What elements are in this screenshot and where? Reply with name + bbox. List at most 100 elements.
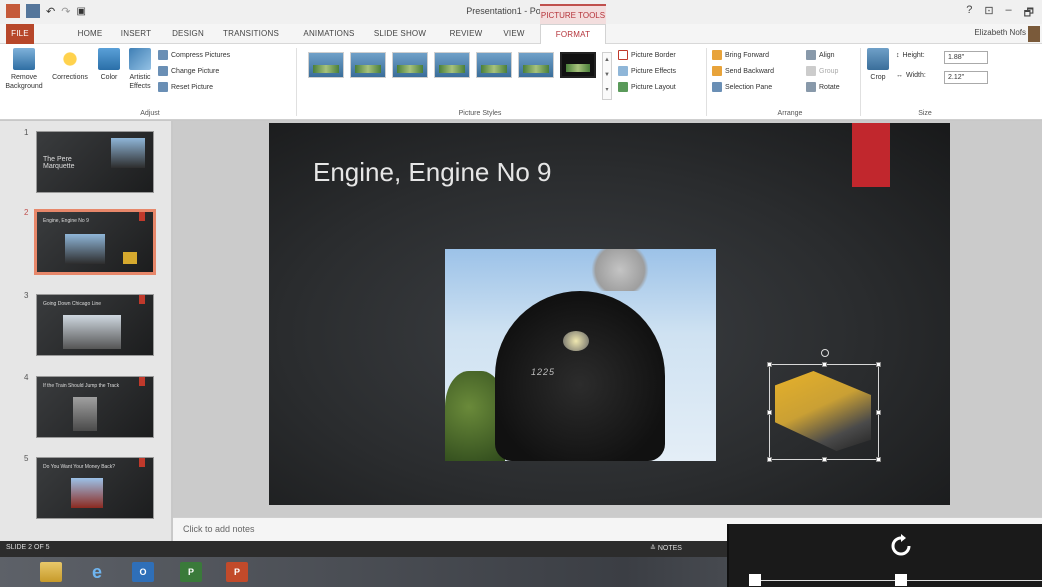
resize-handle-w[interactable] (767, 410, 772, 415)
compress-pictures-label: Compress Pictures (171, 51, 231, 59)
tab-design[interactable]: DESIGN (168, 24, 208, 44)
help-icon[interactable]: ? (966, 4, 972, 23)
file-explorer-icon[interactable] (40, 562, 62, 582)
resize-handle-nw[interactable] (767, 362, 772, 367)
tab-format[interactable]: FORMAT (540, 24, 606, 44)
align-icon (806, 50, 816, 60)
picture-effects-icon (618, 66, 628, 76)
corrections-button[interactable]: Corrections (48, 48, 92, 82)
tab-home[interactable]: HOME (70, 24, 110, 44)
current-slide[interactable]: Engine, Engine No 9 1225 (269, 123, 950, 505)
crop-button[interactable]: Crop (864, 48, 892, 82)
restore-icon[interactable]: 🗗 (1024, 4, 1034, 23)
rotate-icon (806, 82, 816, 92)
thumbnail-picture (123, 252, 137, 264)
resize-handle-n[interactable] (822, 362, 827, 367)
avatar[interactable] (1028, 26, 1040, 42)
thumbnail-picture (73, 397, 97, 431)
thumbnail-red-bar (139, 458, 145, 467)
outlook-icon[interactable]: O (132, 562, 154, 582)
thumbnail-red-bar (139, 295, 145, 304)
slide-title[interactable]: Engine, Engine No 9 (313, 157, 552, 188)
window-controls: ? ⊡ – 🗗 (966, 4, 1034, 23)
height-input[interactable]: 1.88" (944, 51, 988, 64)
picture-style-5[interactable] (476, 52, 512, 78)
selected-diesel-picture[interactable] (767, 349, 881, 462)
slide-thumbnail-3[interactable]: Going Down Chicago Line (36, 294, 154, 356)
resize-handle-se[interactable] (876, 457, 881, 462)
artistic-effects-label: Artistic Effects (129, 74, 151, 90)
height-control: ↕ Height: (896, 52, 925, 59)
tab-transitions[interactable]: TRANSITIONS (220, 24, 282, 44)
minimize-icon[interactable]: – (1006, 4, 1012, 23)
reset-picture-label: Reset Picture (171, 83, 214, 91)
picture-style-7[interactable] (560, 52, 596, 78)
crop-icon (867, 48, 889, 70)
slide-thumbnail-1[interactable]: The Pere Marquette (36, 131, 154, 193)
width-input[interactable]: 2.12" (944, 71, 988, 84)
reset-picture-button[interactable]: Reset Picture (158, 82, 213, 92)
slide-indicator: SLIDE 2 OF 5 (6, 544, 50, 551)
picture-style-2[interactable] (350, 52, 386, 78)
change-picture-label: Change Picture (171, 67, 220, 75)
tab-review[interactable]: REVIEW (446, 24, 486, 44)
align-button[interactable]: Align (806, 50, 835, 60)
change-picture-button[interactable]: Change Picture (158, 66, 219, 76)
selection-pane-label: Selection Pane (725, 83, 773, 91)
picture-style-3[interactable] (392, 52, 428, 78)
notes-label: NOTES (657, 545, 682, 552)
group-button[interactable]: Group (806, 66, 838, 76)
smoke (585, 249, 655, 291)
picture-style-4[interactable] (434, 52, 470, 78)
slide-thumbnail-4[interactable]: If the Train Should Jump the Track (36, 376, 154, 438)
width-label: Width: (906, 72, 926, 79)
artistic-effects-icon (129, 48, 151, 70)
tab-insert[interactable]: INSERT (116, 24, 156, 44)
user-name[interactable]: Elizabeth Nofs (974, 28, 1026, 37)
tab-slide-show[interactable]: SLIDE SHOW (372, 24, 428, 44)
height-label: Height: (902, 52, 925, 59)
picture-styles-group-label: Picture Styles (458, 110, 502, 117)
tab-view[interactable]: VIEW (496, 24, 532, 44)
group-label: Group (819, 67, 839, 75)
selection-pane-icon (712, 82, 722, 92)
thumbnail-picture (65, 234, 105, 264)
resize-handle-s[interactable] (822, 457, 827, 462)
slide-thumbnail-5[interactable]: Do You Want Your Money Back? (36, 457, 154, 519)
group-separator (860, 48, 861, 116)
compress-pictures-button[interactable]: Compress Pictures (158, 50, 230, 60)
gallery-more-button[interactable]: ▲ ▼ ▾ (602, 52, 612, 100)
rotate-label: Rotate (819, 83, 840, 91)
powerpoint-icon[interactable]: P (226, 562, 248, 582)
group-separator (296, 48, 297, 116)
locomotive-photo[interactable]: 1225 (445, 249, 716, 461)
rotate-arrow-icon (891, 534, 911, 556)
reset-picture-icon (158, 82, 168, 92)
selection-pane-button[interactable]: Selection Pane (712, 82, 772, 92)
picture-border-button[interactable]: Picture Border (618, 50, 676, 60)
tab-file[interactable]: FILE (6, 24, 34, 44)
remove-background-button[interactable]: Remove Background (2, 48, 46, 91)
resize-handle-e[interactable] (876, 410, 881, 415)
project-icon[interactable]: P (180, 562, 202, 582)
internet-explorer-icon[interactable]: e (86, 562, 108, 582)
rotation-handle[interactable] (821, 349, 829, 357)
color-button[interactable]: Color (94, 48, 124, 82)
tab-animations[interactable]: ANIMATIONS (298, 24, 360, 44)
picture-style-1[interactable] (308, 52, 344, 78)
send-backward-icon (712, 66, 722, 76)
notes-button[interactable]: ≙ NOTES (650, 544, 682, 552)
resize-handle-sw[interactable] (767, 457, 772, 462)
rotate-button[interactable]: Rotate (806, 82, 840, 92)
slide-number: 2 (24, 208, 29, 217)
thumbnail-picture (111, 138, 145, 168)
ribbon-display-icon[interactable]: ⊡ (984, 4, 993, 23)
picture-layout-button[interactable]: Picture Layout (618, 82, 676, 92)
picture-effects-button[interactable]: Picture Effects (618, 66, 676, 76)
picture-style-6[interactable] (518, 52, 554, 78)
send-backward-button[interactable]: Send Backward (712, 66, 774, 76)
slide-thumbnail-2[interactable]: Engine, Engine No 9 (34, 209, 156, 275)
bring-forward-button[interactable]: Bring Forward (712, 50, 769, 60)
resize-handle-ne[interactable] (876, 362, 881, 367)
artistic-effects-button[interactable]: Artistic Effects (124, 48, 156, 91)
